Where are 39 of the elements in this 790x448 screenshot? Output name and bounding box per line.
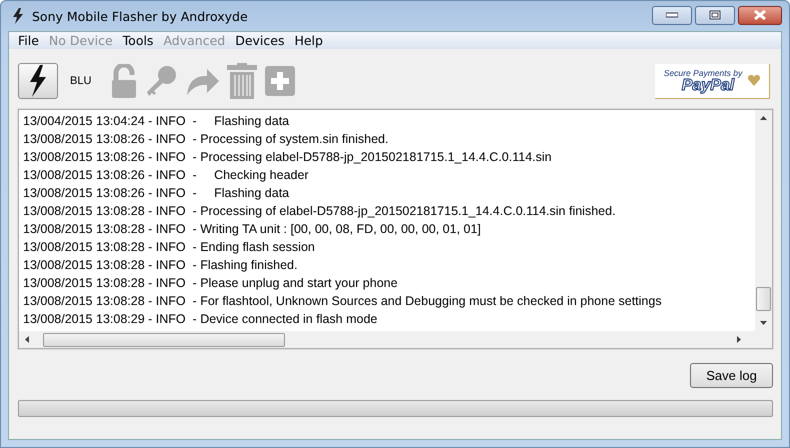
menu-item[interactable]: Help <box>289 33 328 48</box>
minimize-button[interactable] <box>652 6 692 24</box>
flash-button[interactable] <box>18 63 58 99</box>
scroll-right-icon[interactable] <box>737 336 741 343</box>
maximize-icon <box>709 10 721 20</box>
menu-item[interactable]: File <box>13 33 44 48</box>
window-title: Sony Mobile Flasher by Androxyde <box>32 8 248 24</box>
log-line: 13/008/2015 13:08:26 - INFO - Processing of system.sin finished. <box>23 131 390 148</box>
menu-item[interactable]: Devices <box>230 33 290 48</box>
log-line: 13/008/2015 13:08:28 - INFO - Processing of elabel-D5788-jp_201502181715.1_14.4.C.0.114.sin finished. <box>23 203 617 220</box>
log-line: 13/008/2015 13:08:26 - INFO - Processing elabel-D5788-jp_201502181715.1_14.4.C.0.114.sin <box>23 149 553 166</box>
log-line: 13/008/2015 13:08:26 - INFO - Checking header <box>23 167 310 184</box>
save-log-button[interactable]: Save log <box>690 363 773 388</box>
minimize-icon <box>666 12 678 18</box>
log-line: 13/004/2015 13:04:24 - INFO - Flashing data <box>23 113 290 130</box>
log-line: 13/008/2015 13:08:28 - INFO - Ending flash session <box>23 239 316 256</box>
log-line: 13/008/2015 13:08:28 - INFO - Writing TA unit : [00, 00, 08, FD, 00, 00, 00, 01, 01] <box>23 221 482 238</box>
lightning-icon <box>28 65 48 97</box>
scroll-thumb[interactable] <box>756 287 771 311</box>
menu-item[interactable]: Tools <box>118 33 158 48</box>
vertical-scrollbar[interactable] <box>755 110 772 331</box>
close-icon <box>753 10 767 20</box>
scroll-left-icon[interactable] <box>25 336 29 343</box>
lightning-icon <box>12 8 24 24</box>
heart-icon <box>748 75 760 86</box>
log-line: 13/008/2015 13:08:26 - INFO - Flashing data <box>23 185 290 202</box>
log-line: 13/008/2015 13:08:28 - INFO - For flashtool, Unknown Sources and Debugging must be checked in phone settings <box>23 293 663 310</box>
log-line: 13/008/2015 13:08:28 - INFO - Please unplug and start your phone <box>23 275 399 292</box>
scroll-up-icon[interactable] <box>760 116 767 120</box>
device-label: BLU <box>70 75 92 87</box>
paypal-logo-text: PayPal <box>682 78 734 94</box>
scroll-thumb[interactable] <box>43 333 285 347</box>
paypal-caption: Secure Payments by <box>664 68 742 78</box>
log-line: 13/008/2015 13:08:28 - INFO - Flashing finished. <box>23 257 298 274</box>
scroll-down-icon[interactable] <box>760 321 767 325</box>
maximize-button[interactable] <box>695 6 735 24</box>
paypal-button[interactable]: Secure Payments by PayPal <box>655 64 770 98</box>
log-line: 13/008/2015 13:08:29 - INFO - Device connected in flash mode <box>23 311 378 328</box>
close-button[interactable] <box>738 6 782 24</box>
